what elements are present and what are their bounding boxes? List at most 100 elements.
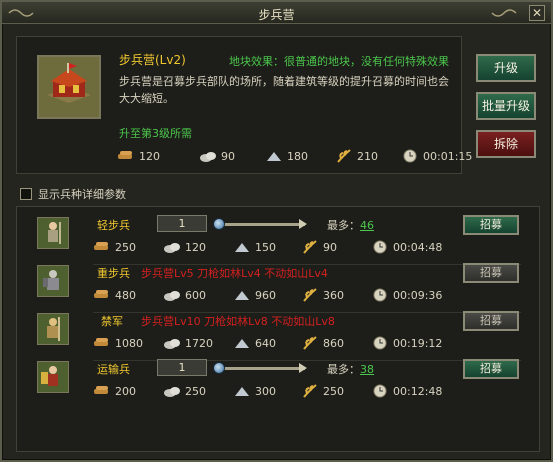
light-infantry-icon	[37, 217, 69, 249]
window-title: 步兵营	[258, 8, 295, 22]
time-cost: 00:04:48	[371, 240, 442, 254]
iron-icon	[235, 387, 249, 396]
clock-icon	[373, 240, 387, 254]
close-button[interactable]: ✕	[529, 5, 545, 21]
unit-requirement: 步兵营Lv10 刀枪如林Lv8 不动如山Lv8	[141, 315, 335, 328]
food-cost: 90	[301, 240, 337, 254]
batch-upgrade-button[interactable]: 批量升级	[476, 92, 536, 120]
stone-cost: 600	[163, 288, 206, 302]
wood-cost: 120	[117, 149, 160, 163]
building-description: 步兵营是召募步兵部队的场所，随着建筑等级的提升召募的时间也会大大缩短。	[119, 75, 449, 105]
unit-requirement: 步兵营Lv5 刀枪如林Lv4 不动如山Lv4	[141, 267, 328, 280]
wood-icon	[94, 290, 108, 298]
iron-cost: 180	[265, 149, 308, 163]
iron-icon	[235, 243, 249, 252]
unit-row-heavy-infantry: 重步兵 步兵营Lv5 刀枪如林Lv4 不动如山Lv4 招募 480 600 96…	[17, 259, 539, 313]
building-name: 步兵营(Lv2)	[119, 53, 186, 67]
iron-cost: 150	[233, 240, 276, 254]
food-cost: 210	[335, 149, 378, 163]
stone-cost: 90	[199, 149, 235, 163]
clock-icon	[373, 336, 387, 350]
time-cost: 00:01:15	[401, 149, 472, 163]
iron-cost: 960	[233, 288, 276, 302]
demolish-button[interactable]: 拆除	[476, 130, 536, 158]
iron-icon	[235, 339, 249, 348]
quantity-input[interactable]: 1	[157, 215, 207, 232]
wood-cost: 200	[93, 384, 136, 398]
max-quantity: 最多：46	[327, 219, 374, 232]
unit-name: 重步兵	[97, 267, 130, 280]
food-icon	[303, 336, 317, 350]
wood-cost: 250	[93, 240, 136, 254]
wood-icon	[94, 242, 108, 250]
recruit-button[interactable]: 招募	[463, 263, 519, 283]
unit-name: 运输兵	[97, 363, 130, 376]
unit-cost-row: 250 120 150 90 00:04:48	[93, 240, 493, 256]
wood-icon	[118, 151, 132, 159]
quantity-slider[interactable]	[213, 217, 307, 231]
wood-icon	[94, 338, 108, 346]
recruit-button[interactable]: 招募	[463, 215, 519, 235]
clock-icon	[403, 149, 417, 163]
recruit-button[interactable]: 招募	[463, 359, 519, 379]
food-cost: 250	[301, 384, 344, 398]
unit-row-light-infantry: 轻步兵 1 最多：46 招募 250 120 150 90 00:04:48	[17, 211, 539, 265]
food-cost: 860	[301, 336, 344, 350]
time-cost: 00:19:12	[371, 336, 442, 350]
food-icon	[303, 384, 317, 398]
stone-cost: 120	[163, 240, 206, 254]
show-details-label: 显示兵种详细参数	[38, 188, 126, 201]
stone-cost: 250	[163, 384, 206, 398]
iron-cost: 300	[233, 384, 276, 398]
tile-effect-text: 地块效果：很普通的地块，没有任何特殊效果	[229, 55, 449, 68]
upgrade-button[interactable]: 升级	[476, 54, 536, 82]
stone-icon	[164, 243, 180, 253]
food-icon	[303, 240, 317, 254]
imperial-guard-icon	[37, 313, 69, 345]
max-quantity-link[interactable]: 38	[360, 363, 374, 376]
iron-cost: 640	[233, 336, 276, 350]
unit-name: 轻步兵	[97, 219, 130, 232]
max-quantity-link[interactable]: 46	[360, 219, 374, 232]
wood-cost: 1080	[93, 336, 143, 350]
slider-arrow-icon	[299, 363, 307, 373]
show-details-checkbox[interactable]	[20, 188, 32, 200]
slider-track	[219, 223, 305, 226]
slider-knob[interactable]	[213, 218, 225, 230]
heavy-infantry-icon	[37, 265, 69, 297]
upgrade-requirement-label: 升至第3级所需	[119, 127, 192, 140]
slider-arrow-icon	[299, 219, 307, 229]
iron-icon	[235, 291, 249, 300]
time-cost: 00:09:36	[371, 288, 442, 302]
title-bar[interactable]: 步兵营 ✕	[2, 2, 551, 24]
barracks-window: 步兵营 ✕ 步兵营(Lv2) 地块效果：很普通的地块，没有任何特殊效果 步兵营是…	[0, 0, 553, 462]
unit-row-transporter: 运输兵 1 最多：38 招募 200 250 300 250 00:12:48	[17, 355, 539, 409]
slider-knob[interactable]	[213, 362, 225, 374]
ornament-icon	[491, 9, 517, 17]
stone-icon	[164, 387, 180, 397]
time-cost: 00:12:48	[371, 384, 442, 398]
quantity-slider[interactable]	[213, 361, 307, 375]
recruit-button[interactable]: 招募	[463, 311, 519, 331]
max-quantity: 最多：38	[327, 363, 374, 376]
stone-icon	[164, 291, 180, 301]
iron-icon	[267, 152, 281, 161]
show-details-row: 显示兵种详细参数	[20, 186, 126, 202]
food-icon	[303, 288, 317, 302]
wood-cost: 480	[93, 288, 136, 302]
unit-cost-row: 480 600 960 360 00:09:36	[93, 288, 493, 304]
unit-row-imperial-guard: 禁军 步兵营Lv10 刀枪如林Lv8 不动如山Lv8 招募 1080 1720 …	[17, 307, 539, 361]
stone-icon	[200, 152, 216, 162]
stone-icon	[164, 339, 180, 349]
clock-icon	[373, 288, 387, 302]
quantity-input[interactable]: 1	[157, 359, 207, 376]
unit-list: 轻步兵 1 最多：46 招募 250 120 150 90 00:04:48 重…	[16, 206, 540, 452]
unit-cost-row: 200 250 300 250 00:12:48	[93, 384, 493, 400]
food-cost: 360	[301, 288, 344, 302]
wood-icon	[94, 386, 108, 394]
unit-name: 禁军	[101, 315, 123, 328]
building-info-panel: 步兵营(Lv2) 地块效果：很普通的地块，没有任何特殊效果 步兵营是召募步兵部队…	[16, 36, 472, 174]
barracks-building-icon	[37, 55, 101, 119]
food-icon	[337, 149, 351, 163]
clock-icon	[373, 384, 387, 398]
